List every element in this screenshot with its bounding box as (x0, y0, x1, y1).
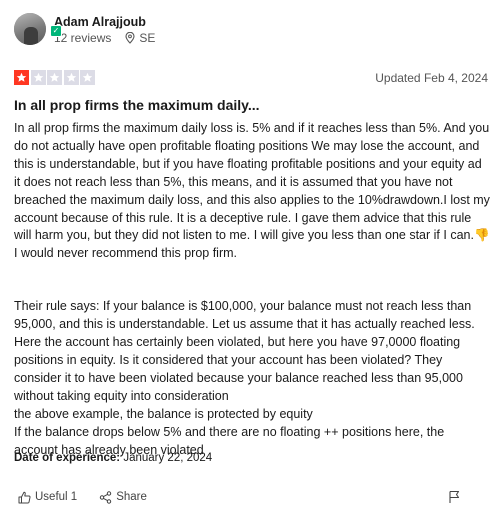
location-pin-icon (125, 31, 135, 44)
report-flag-button[interactable] (448, 490, 464, 504)
review-count: 12 reviews (54, 30, 112, 45)
review-paragraph-1: In all prop firms the maximum daily loss… (14, 121, 490, 261)
avatar[interactable] (14, 13, 46, 45)
review-actions: Useful 1 Share (18, 490, 486, 504)
useful-label: Useful 1 (35, 491, 78, 503)
reviewer-location: SE (139, 30, 156, 45)
star-icon (80, 70, 95, 85)
star-icon (63, 70, 79, 85)
star-icon (14, 70, 29, 85)
date-of-experience: Date of experience: January 22, 2024 (14, 452, 212, 464)
reviewer-name[interactable]: Adam Alrajjoub (54, 14, 155, 30)
date-of-experience-value: January 22, 2024 (123, 452, 213, 464)
thumbs-down-emoji-icon: 👎 (473, 228, 490, 243)
verified-badge-icon: ✓ (50, 25, 62, 37)
date-of-experience-label: Date of experience: (14, 452, 121, 464)
share-icon (99, 490, 112, 504)
star-icon (30, 70, 46, 85)
review-title[interactable]: In all prop firms the maximum daily... (14, 97, 260, 113)
useful-button[interactable]: Useful 1 (18, 491, 77, 504)
updated-date: Updated Feb 4, 2024 (375, 70, 488, 85)
share-label: Share (116, 491, 147, 503)
flag-icon (449, 490, 460, 503)
review-paragraph-2: Their rule says: If your balance is $100… (14, 299, 475, 457)
thumbs-up-icon (18, 491, 31, 503)
reviewer-header: ✓ Adam Alrajjoub 12 reviews SE (14, 12, 155, 46)
share-button[interactable]: Share (99, 490, 147, 504)
star-rating (14, 70, 97, 85)
review-body: In all prop firms the maximum daily loss… (14, 120, 490, 459)
star-icon (47, 70, 62, 85)
